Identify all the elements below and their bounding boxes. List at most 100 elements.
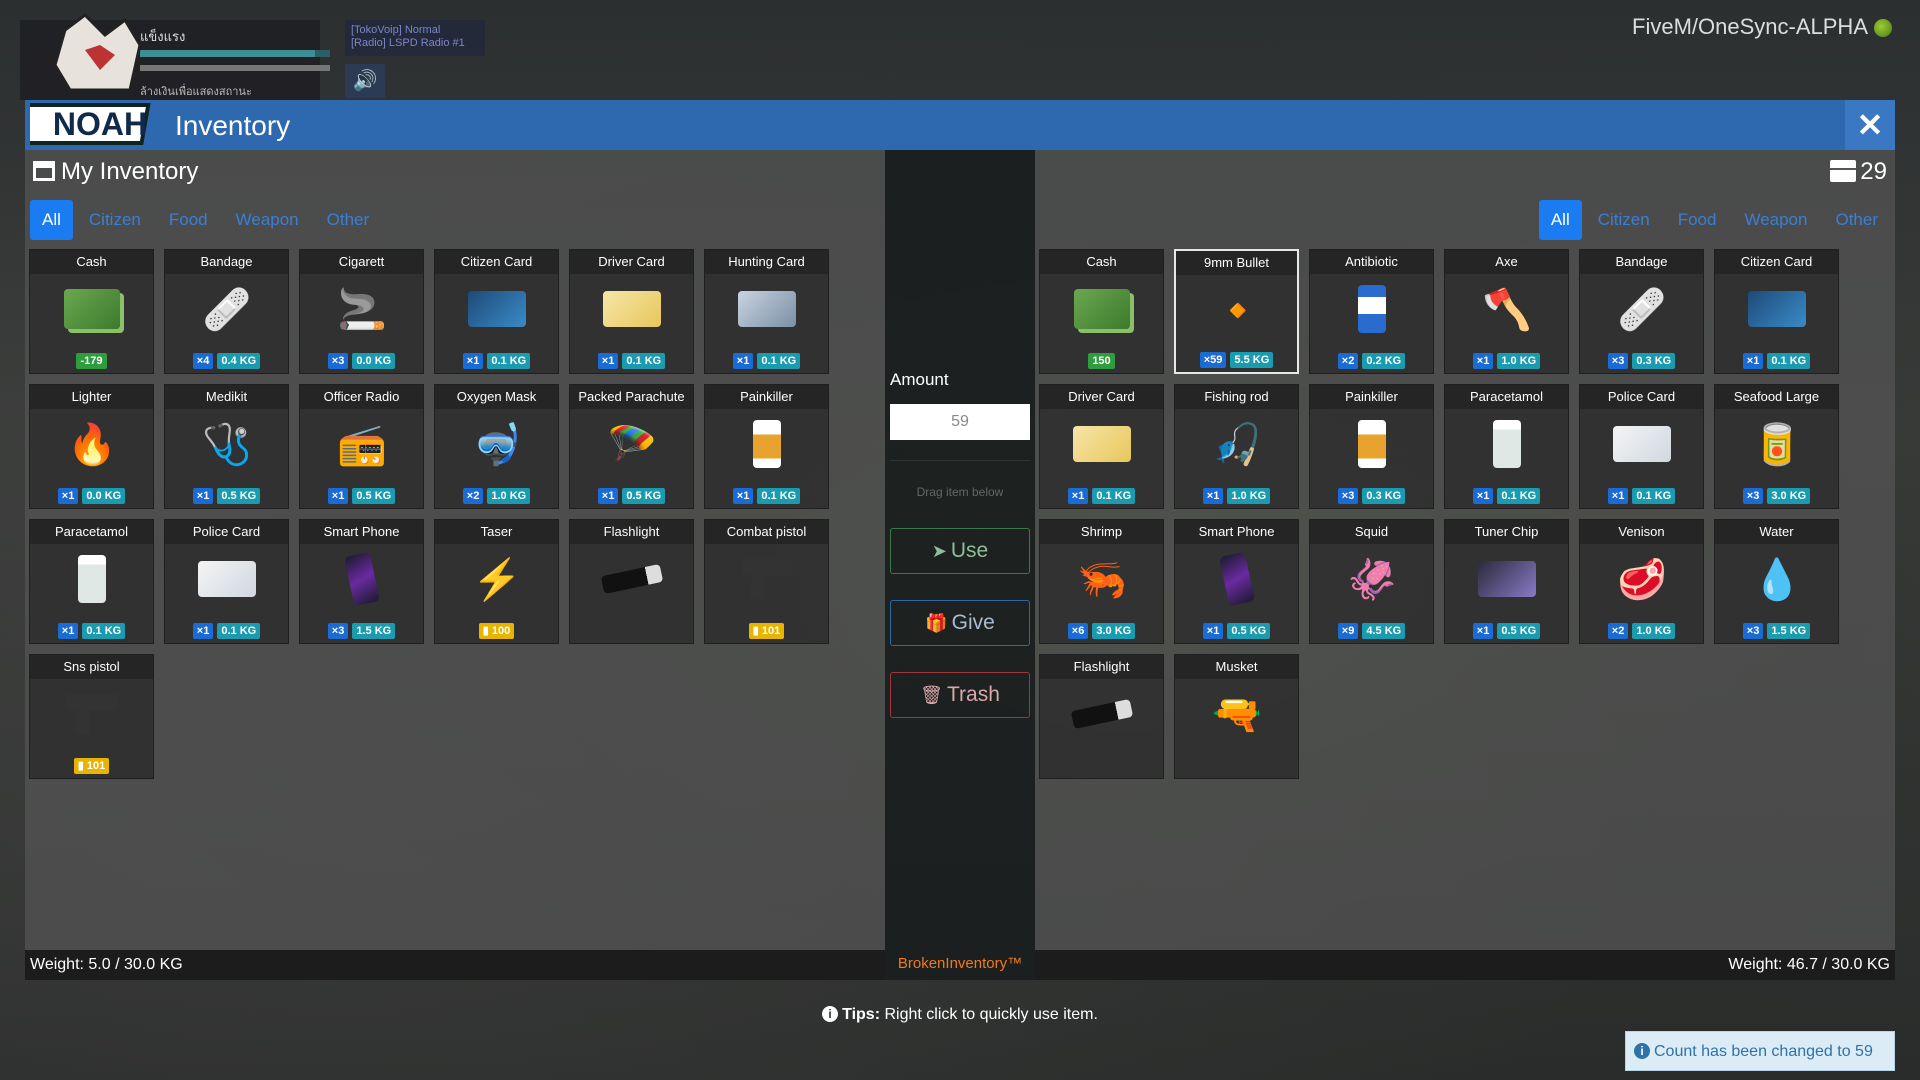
cash-icon — [64, 289, 120, 329]
inventory-slot[interactable]: 9mm Bullet 🔸 ×59 5.5 KG — [1174, 249, 1299, 374]
close-button[interactable]: ✕ — [1845, 100, 1895, 150]
item-badges: ×2 1.0 KG — [1580, 623, 1703, 639]
weight-badge: 0.5 KG — [1227, 623, 1271, 639]
money-badge: 150 — [1088, 353, 1115, 369]
inventory-slot[interactable]: Combat pistol ▮ 101 — [704, 519, 829, 644]
inventory-slot[interactable]: Venison 🥩 ×2 1.0 KG — [1579, 519, 1704, 644]
item-image: 🚬 — [332, 282, 392, 336]
quantity-badge: ×1 — [732, 488, 754, 504]
inventory-slot[interactable]: Medikit 🩺 ×1 0.5 KG — [164, 384, 289, 509]
quantity-badge: ×1 — [192, 623, 214, 639]
tab-food[interactable]: Food — [157, 200, 220, 240]
item-name: Cigarett — [300, 250, 423, 274]
weight-badge: 0.3 KG — [1632, 353, 1676, 369]
inventory-slot[interactable]: Police Card ×1 0.1 KG — [1579, 384, 1704, 509]
inventory-slot[interactable]: Police Card ×1 0.1 KG — [164, 519, 289, 644]
item-name: Bandage — [1580, 250, 1703, 274]
window-title: Inventory — [175, 110, 291, 141]
tab-weapon[interactable]: Weapon — [224, 200, 311, 240]
quantity-badge: ×1 — [1607, 488, 1629, 504]
amount-input[interactable] — [890, 404, 1030, 440]
weight-badge: 5.5 KG — [1230, 352, 1274, 368]
give-button[interactable]: 🎁 Give — [890, 600, 1030, 646]
info-icon: i — [1634, 1043, 1650, 1059]
inventory-slot[interactable]: Sns pistol ▮ 101 — [29, 654, 154, 779]
give-label: Give — [951, 611, 995, 634]
inventory-slot[interactable]: Antibiotic ×2 0.2 KG — [1309, 249, 1434, 374]
tab-all[interactable]: All — [1538, 200, 1582, 240]
tab-all[interactable]: All — [30, 200, 73, 240]
inventory-slot[interactable]: Seafood Large 🥫 ×3 3.0 KG — [1714, 384, 1839, 509]
weight-badge: 1.0 KG — [487, 488, 531, 504]
tab-other[interactable]: Other — [315, 200, 382, 240]
musket-icon: 🔫 — [1212, 692, 1262, 737]
trash-button[interactable]: 🗑 Trash — [890, 672, 1030, 718]
item-badges: ×1 0.1 KG — [165, 623, 288, 639]
weight-badge: 1.5 KG — [1767, 623, 1811, 639]
item-name: Citizen Card — [435, 250, 558, 274]
weight-badge: 0.1 KG — [82, 623, 126, 639]
radio-channel: [Radio] LSPD Radio #1 — [351, 37, 465, 49]
inventory-slot[interactable]: Painkiller ×1 0.1 KG — [704, 384, 829, 509]
tab-weapon[interactable]: Weapon — [1732, 200, 1819, 240]
item-image — [332, 551, 392, 607]
lighter-icon: 🔥 — [67, 422, 117, 467]
inventory-slot[interactable]: Smart Phone ×1 0.5 KG — [1174, 519, 1299, 644]
inventory-slot[interactable]: Shrimp 🦐 ×6 3.0 KG — [1039, 519, 1164, 644]
inventory-slot[interactable]: Lighter 🔥 ×1 0.0 KG — [29, 384, 154, 509]
pill-bottle-icon — [753, 420, 781, 468]
inventory-slot[interactable]: Axe 🪓 ×1 1.0 KG — [1444, 249, 1569, 374]
inventory-slot[interactable]: Flashlight — [569, 519, 694, 644]
weight-badge: 0.4 KG — [217, 353, 261, 369]
inventory-slot[interactable]: Smart Phone ×3 1.5 KG — [299, 519, 424, 644]
inventory-slot[interactable]: Water 💧 ×3 1.5 KG — [1714, 519, 1839, 644]
inventory-slot[interactable]: Paracetamol ×1 0.1 KG — [29, 519, 154, 644]
inventory-slot[interactable]: Fishing rod 🎣 ×1 1.0 KG — [1174, 384, 1299, 509]
inventory-slot[interactable]: Officer Radio 📻 ×1 0.5 KG — [299, 384, 424, 509]
inventory-slot[interactable]: Cigarett 🚬 ×3 0.0 KG — [299, 249, 424, 374]
inventory-slot[interactable]: Driver Card ×1 0.1 KG — [1039, 384, 1164, 509]
tab-other[interactable]: Other — [1823, 200, 1890, 240]
tips-text: Right click to quickly use item. — [880, 1006, 1098, 1023]
item-name: Officer Radio — [300, 385, 423, 409]
item-image — [1070, 687, 1134, 741]
quantity-badge: ×1 — [1472, 353, 1494, 369]
inventory-slot[interactable]: Tuner Chip ×1 0.5 KG — [1444, 519, 1569, 644]
inventory-slot[interactable]: Oxygen Mask 🤿 ×2 1.0 KG — [434, 384, 559, 509]
money-badge: -179 — [76, 353, 107, 369]
inventory-slot[interactable]: Packed Parachute 🪂 ×1 0.5 KG — [569, 384, 694, 509]
tab-food[interactable]: Food — [1666, 200, 1729, 240]
inventory-slot[interactable]: Flashlight — [1039, 654, 1164, 779]
tab-citizen[interactable]: Citizen — [1586, 200, 1662, 240]
inventory-slot[interactable]: Paracetamol ×1 0.1 KG — [1444, 384, 1569, 509]
item-image — [737, 282, 797, 336]
tab-citizen[interactable]: Citizen — [77, 200, 153, 240]
inventory-slot[interactable]: Bandage 🩹 ×4 0.4 KG — [164, 249, 289, 374]
inventory-slot[interactable]: Cash 150 — [1039, 249, 1164, 374]
inventory-slot[interactable]: Bandage 🩹 ×3 0.3 KG — [1579, 249, 1704, 374]
quantity-badge: ×1 — [1202, 488, 1224, 504]
item-name: Venison — [1580, 520, 1703, 544]
inventory-slot[interactable]: Citizen Card ×1 0.1 KG — [1714, 249, 1839, 374]
quantity-badge: ×3 — [327, 623, 349, 639]
svg-text:NOAH: NOAH — [53, 106, 147, 142]
item-name: Axe — [1445, 250, 1568, 274]
use-button[interactable]: ➤ Use — [890, 528, 1030, 574]
inventory-slot[interactable]: Hunting Card ×1 0.1 KG — [704, 249, 829, 374]
use-label: Use — [950, 539, 989, 562]
item-name: Water — [1715, 520, 1838, 544]
item-name: Smart Phone — [300, 520, 423, 544]
weight-badge: 0.5 KG — [622, 488, 666, 504]
inventory-slot[interactable]: Driver Card ×1 0.1 KG — [569, 249, 694, 374]
inventory-slot[interactable]: Squid 🦑 ×9 4.5 KG — [1309, 519, 1434, 644]
inventory-slot[interactable]: Citizen Card ×1 0.1 KG — [434, 249, 559, 374]
item-image: 🩹 — [197, 282, 257, 336]
inventory-slot[interactable]: Taser ⚡ ▮ 100 — [434, 519, 559, 644]
weight-badge: 0.5 KG — [352, 488, 396, 504]
inventory-slot[interactable]: Musket 🔫 — [1174, 654, 1299, 779]
item-badges: ×2 0.2 KG — [1310, 353, 1433, 369]
meat-icon: 🥩 — [1617, 557, 1667, 602]
inventory-slot[interactable]: Painkiller ×3 0.3 KG — [1309, 384, 1434, 509]
quantity-badge: ×1 — [1067, 488, 1089, 504]
inventory-slot[interactable]: Cash -179 — [29, 249, 154, 374]
